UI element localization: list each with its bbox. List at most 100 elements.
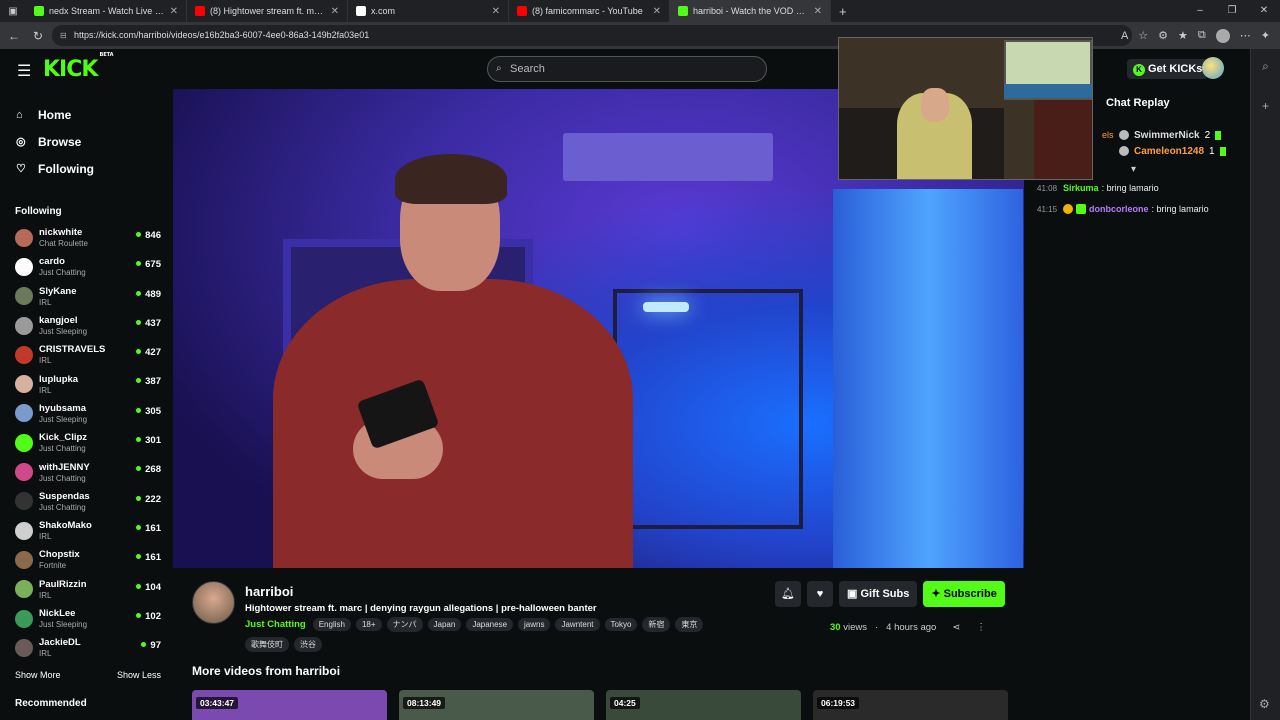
following-channel[interactable]: luplupka IRL 387 — [0, 369, 172, 398]
search-input[interactable]: ⌕ Search — [487, 56, 767, 82]
picture-in-picture-overlay[interactable] — [838, 37, 1093, 180]
channel-name: SlyKane — [39, 285, 77, 297]
minimize-button[interactable]: – — [1184, 0, 1216, 22]
hamburger-menu-icon[interactable]: ☰ — [17, 61, 31, 81]
following-channel[interactable]: NickLee Just Sleeping 102 — [0, 604, 172, 633]
tag-chip[interactable]: Japanese — [466, 618, 514, 631]
browser-tab[interactable]: (8) famicommarc - YouTube ✕ — [509, 0, 670, 22]
following-channel[interactable]: cardo Just Chatting 675 — [0, 252, 172, 281]
following-channel[interactable]: nickwhite Chat Roulette 846 — [0, 223, 172, 252]
search-sidebar-icon[interactable]: ⌕ — [1251, 59, 1280, 74]
notification-bell-icon[interactable]: 🔔︎ — [775, 581, 801, 607]
video-thumbnail[interactable]: 04:25 — [606, 690, 801, 720]
collections-icon[interactable]: ⧉ — [1198, 29, 1206, 42]
sidebar-nav-browse[interactable]: ◎ Browse — [0, 128, 172, 155]
tag-chip[interactable]: English — [312, 618, 351, 631]
close-tab-icon[interactable]: ✕ — [653, 6, 661, 17]
add-sidebar-icon[interactable]: + — [1251, 99, 1280, 113]
following-channel[interactable]: withJENNY Just Chatting 268 — [0, 457, 172, 486]
tag-chip[interactable]: jawns — [518, 618, 551, 631]
channel-avatar — [15, 492, 33, 511]
user-avatar[interactable] — [1202, 57, 1224, 79]
tag-chip[interactable]: Jawntent — [555, 618, 600, 631]
get-kicks-button[interactable]: K Get KICKs — [1127, 59, 1209, 79]
tag-chip[interactable]: 渋谷 — [294, 637, 322, 652]
video-thumbnail[interactable]: 08:13:49 — [399, 690, 594, 720]
video-scene-ac — [563, 133, 773, 181]
channel-category: IRL — [39, 356, 52, 366]
video-thumbnail[interactable]: 03:43:47 — [192, 690, 387, 720]
profile-avatar[interactable] — [1215, 28, 1230, 43]
close-window-button[interactable]: ✕ — [1248, 0, 1280, 22]
recommended-title: Recommended — [15, 698, 87, 710]
site-info-icon[interactable]: ⊟ — [60, 25, 67, 46]
following-channel[interactable]: kangjoel Just Sleeping 437 — [0, 311, 172, 340]
tab-title: (8) famicommarc - YouTube — [532, 6, 643, 16]
following-channel[interactable]: PaulRizzin IRL 104 — [0, 575, 172, 604]
channel-avatar — [15, 257, 33, 276]
share-icon[interactable]: ⋖ — [952, 622, 960, 633]
tag-chip[interactable]: ナンパ — [386, 617, 423, 632]
tag-chip[interactable]: Tokyo — [604, 618, 638, 631]
following-channel[interactable]: SlyKane IRL 489 — [0, 282, 172, 311]
viewer-count: 102 — [136, 611, 161, 622]
tag-chip[interactable]: Japan — [427, 618, 462, 631]
tag-chip[interactable]: 新宿 — [642, 617, 671, 632]
new-tab-button[interactable]: + — [831, 4, 855, 19]
menu-icon[interactable]: ⋯ — [1240, 29, 1251, 42]
read-aloud-icon[interactable]: A — [1121, 30, 1128, 42]
channel-avatar[interactable] — [192, 581, 235, 624]
maximize-button[interactable]: ❐ — [1216, 0, 1248, 22]
kick-logo[interactable]: KICKBETA — [43, 52, 114, 82]
tag-chip[interactable]: 東京 — [675, 617, 704, 632]
leaderboard-user[interactable]: Cameleon1248 — [1134, 146, 1204, 157]
show-more-link[interactable]: Show More — [15, 670, 61, 680]
tag-chip[interactable]: 歌舞伎町 — [245, 637, 289, 652]
close-tab-icon[interactable]: ✕ — [170, 6, 178, 17]
browser-tab[interactable]: nedx Stream - Watch Live on Kick ✕ — [26, 0, 187, 22]
following-channel[interactable]: CRISTRAVELS IRL 427 — [0, 340, 172, 369]
message-user[interactable]: donbcorleone — [1089, 204, 1149, 214]
gift-subs-button[interactable]: ▣ Gift Subs — [839, 581, 918, 607]
category-link[interactable]: Just Chatting — [245, 619, 306, 630]
follow-heart-icon[interactable]: ♥ — [807, 581, 833, 607]
channel-name: NickLee — [39, 608, 76, 619]
channel-name[interactable]: harriboi — [245, 584, 293, 599]
extensions-icon[interactable]: ⚙ — [1158, 29, 1168, 42]
browser-tab[interactable]: x.com ✕ — [348, 0, 509, 22]
browser-tab[interactable]: (8) Hightower stream ft. marc | de ✕ — [187, 0, 348, 22]
following-channel[interactable]: Chopstix Fortnite 161 — [0, 545, 172, 574]
following-channel[interactable]: ShakoMako IRL 161 — [0, 516, 172, 545]
sidebar: ⌂ Home ◎ Browse ♡ Following Following nickwhi… — [0, 89, 172, 720]
channel-category: Just Chatting — [39, 268, 86, 278]
subscribe-button[interactable]: ✦ Subscribe — [923, 581, 1005, 607]
favorite-icon[interactable]: ☆ — [1138, 29, 1148, 42]
more-options-icon[interactable]: ⋮ — [976, 622, 986, 633]
tag-chip[interactable]: 18+ — [355, 618, 382, 631]
back-icon[interactable]: ← — [2, 29, 26, 43]
sidebar-nav-home[interactable]: ⌂ Home — [0, 101, 172, 128]
leaderboard-user[interactable]: SwimmerNick — [1134, 130, 1200, 141]
settings-gear-icon[interactable]: ⚙ — [1259, 697, 1270, 711]
viewer-count: 846 — [136, 230, 161, 241]
following-channel[interactable]: JackieDL IRL 97 — [0, 633, 172, 662]
copilot-icon[interactable]: ✦ — [1261, 29, 1270, 42]
collapse-pinned-icon[interactable]: ▾ — [1131, 164, 1136, 175]
following-channel[interactable]: Suspendas Just Chatting 222 — [0, 487, 172, 516]
close-tab-icon[interactable]: ✕ — [814, 6, 822, 17]
close-tab-icon[interactable]: ✕ — [331, 6, 339, 17]
following-channel[interactable]: hyubsama Just Sleeping 305 — [0, 399, 172, 428]
close-tab-icon[interactable]: ✕ — [492, 6, 500, 17]
pip-game-textbox — [1004, 84, 1092, 98]
favorites-icon[interactable]: ★ — [1178, 29, 1188, 42]
chat-message: 41:08 Sirkuma : bring lamario — [1037, 183, 1159, 193]
reload-icon[interactable]: ↻ — [26, 29, 50, 43]
sidebar-nav-following[interactable]: ♡ Following — [0, 155, 172, 182]
following-channel[interactable]: Kick_Clipz Just Chatting 301 — [0, 428, 172, 457]
tab-actions-icon[interactable]: ▣ — [0, 6, 26, 17]
channel-name: PaulRizzin — [39, 578, 87, 590]
message-user[interactable]: Sirkuma — [1063, 183, 1099, 193]
video-thumbnail[interactable]: 06:19:53 — [813, 690, 1008, 720]
browser-tab[interactable]: harriboi - Watch the VOD on Kick ✕ — [670, 0, 831, 22]
show-less-link[interactable]: Show Less — [117, 670, 161, 680]
